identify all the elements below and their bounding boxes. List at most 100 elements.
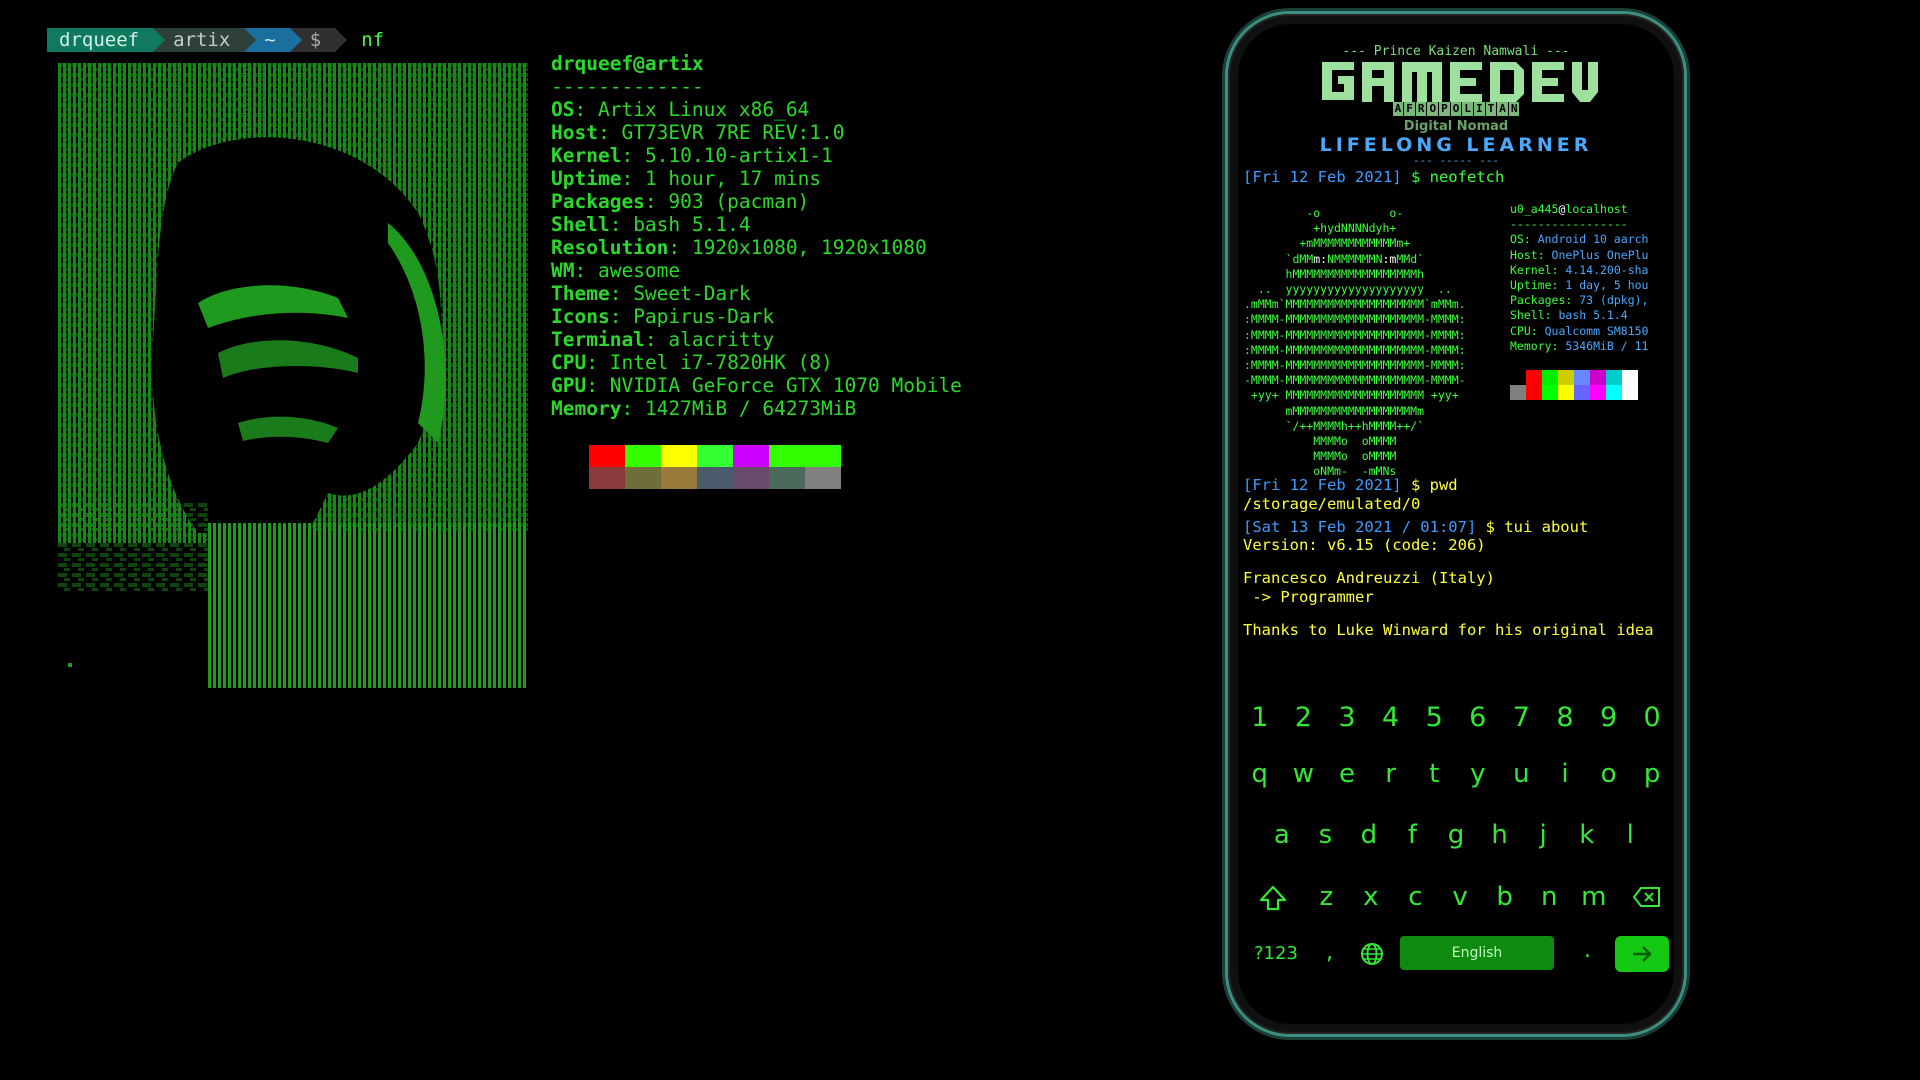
palette-swatch <box>1590 385 1606 400</box>
key-4[interactable]: 4 <box>1369 702 1413 733</box>
cmd-tui-line: [Sat 13 Feb 2021 / 01:07] $ tui about <box>1243 518 1663 537</box>
key-g[interactable]: g <box>1434 820 1478 850</box>
shell-prompt: drqueef artix ~ $ nf <box>47 28 384 52</box>
cmd-date: [Fri 12 Feb 2021] <box>1243 168 1402 186</box>
palette-swatch <box>1606 385 1622 400</box>
palette-swatch <box>805 445 841 467</box>
enter-key[interactable] <box>1615 936 1669 972</box>
symbols-key[interactable]: ?123 <box>1254 943 1298 964</box>
key-n[interactable]: n <box>1527 882 1572 912</box>
key-k[interactable]: k <box>1565 820 1609 850</box>
neo-value: 4.14.200-sha <box>1565 262 1649 277</box>
info-value: Artix Linux x86_64 <box>586 98 810 121</box>
neo-user: u0_a445 <box>1510 202 1559 216</box>
info-row: CPU: Intel i7-7820HK (8) <box>551 351 962 374</box>
info-row: Uptime: 1 hour, 17 mins <box>551 167 962 190</box>
phone-screen: --- Prince Kaizen Namwali --- AFROPOLITA… <box>1238 24 1674 1024</box>
info-colon: : <box>609 213 622 236</box>
key-2[interactable]: 2 <box>1282 702 1326 733</box>
info-colon: : <box>621 144 634 167</box>
key-7[interactable]: 7 <box>1500 702 1544 733</box>
afro-letter: I <box>1473 102 1485 116</box>
key-x[interactable]: x <box>1349 882 1394 912</box>
color-palette <box>589 445 841 489</box>
key-y[interactable]: y <box>1456 759 1500 789</box>
period-key[interactable]: . <box>1584 938 1591 963</box>
neo-key: Memory: <box>1510 338 1566 353</box>
key-b[interactable]: b <box>1482 882 1527 912</box>
info-key: Host <box>551 121 598 144</box>
info-key: Shell <box>551 213 610 236</box>
key-6[interactable]: 6 <box>1456 702 1500 733</box>
shift-key-icon[interactable] <box>1258 884 1288 912</box>
afro-letter: N <box>1508 102 1520 116</box>
palette-swatch <box>1574 370 1590 385</box>
palette-swatch <box>769 467 805 489</box>
key-j[interactable]: j <box>1521 820 1565 850</box>
android-ascii-logo: -o o- +hydNNNNdyh+ +mMMMMMMMMMMMMm+ `dMM… <box>1244 206 1466 479</box>
palette-swatch <box>625 467 661 489</box>
info-value: 903 (pacman) <box>656 190 810 213</box>
afro-letter: P <box>1439 102 1450 116</box>
info-colon: : <box>621 397 634 420</box>
palette-swatch <box>661 467 697 489</box>
prompt-host-label: artix <box>173 29 231 51</box>
prompt-user: drqueef <box>47 28 166 52</box>
space-bar[interactable]: English <box>1400 936 1554 970</box>
key-q[interactable]: q <box>1238 759 1282 789</box>
neo-key: OS: <box>1510 232 1538 247</box>
key-o[interactable]: o <box>1587 759 1631 789</box>
key-p[interactable]: p <box>1630 759 1674 789</box>
key-m[interactable]: m <box>1571 882 1616 912</box>
palette-swatch <box>805 467 841 489</box>
key-v[interactable]: v <box>1438 882 1483 912</box>
key-d[interactable]: d <box>1347 820 1391 850</box>
info-colon: : <box>668 236 681 259</box>
key-s[interactable]: s <box>1304 820 1348 850</box>
afro-letter: R <box>1415 102 1427 116</box>
key-9[interactable]: 9 <box>1587 702 1631 733</box>
prompt-command[interactable]: nf <box>361 29 384 51</box>
prompt-user-label: drqueef <box>59 29 140 51</box>
info-row: Shell: bash 5.1.4 <box>551 213 962 236</box>
key-f[interactable]: f <box>1391 820 1435 850</box>
info-row: OS: Artix Linux x86_64 <box>551 98 962 121</box>
info-value: GT73EVR 7RE REV:1.0 <box>609 121 845 144</box>
cmd-text: $ pwd <box>1401 476 1458 494</box>
keyboard-row-2: asdfghjkl <box>1238 820 1674 850</box>
key-h[interactable]: h <box>1478 820 1522 850</box>
palette-swatch <box>1510 385 1526 400</box>
globe-icon[interactable] <box>1359 941 1385 967</box>
info-value: awesome <box>586 259 681 282</box>
neo-value: 73 (dpkg), <box>1579 293 1649 308</box>
info-colon: : <box>586 351 598 374</box>
neo-host: localhost <box>1565 202 1628 216</box>
cmd-neofetch-line: [Fri 12 Feb 2021] $ neofetch <box>1243 168 1663 187</box>
key-r[interactable]: r <box>1369 759 1413 789</box>
key-w[interactable]: w <box>1282 759 1326 789</box>
neo-separator: ----------------- <box>1510 217 1628 232</box>
neo-key: Packages: <box>1510 293 1580 308</box>
key-l[interactable]: l <box>1609 820 1653 850</box>
key-8[interactable]: 8 <box>1543 702 1587 733</box>
comma-key[interactable]: , <box>1326 940 1333 965</box>
palette-swatch <box>769 445 805 467</box>
cmd-date: [Sat 13 Feb 2021 / 01:07] <box>1243 518 1477 536</box>
key-u[interactable]: u <box>1500 759 1544 789</box>
key-1[interactable]: 1 <box>1238 702 1282 733</box>
key-i[interactable]: i <box>1543 759 1587 789</box>
info-value: Papirus-Dark <box>621 305 775 328</box>
key-t[interactable]: t <box>1412 759 1456 789</box>
key-0[interactable]: 0 <box>1630 702 1674 733</box>
key-e[interactable]: e <box>1325 759 1369 789</box>
key-a[interactable]: a <box>1260 820 1304 850</box>
key-3[interactable]: 3 <box>1325 702 1369 733</box>
info-value: 5.10.10-artix1-1 <box>633 144 833 167</box>
info-row: Terminal: alacritty <box>551 328 962 351</box>
backspace-key-icon[interactable] <box>1632 886 1662 908</box>
palette-swatch <box>1526 370 1542 385</box>
key-z[interactable]: z <box>1304 882 1349 912</box>
cmd-text: $ neofetch <box>1401 168 1505 186</box>
key-5[interactable]: 5 <box>1412 702 1456 733</box>
key-c[interactable]: c <box>1393 882 1438 912</box>
